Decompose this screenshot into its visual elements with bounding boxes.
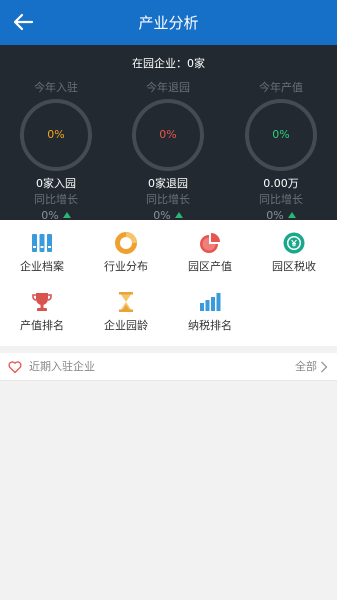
menu-item-industry-distribution[interactable]: 行业分布 [84, 223, 168, 281]
up-arrow-icon [62, 212, 71, 218]
hourglass-icon [119, 292, 133, 312]
ring-percent: 0% [272, 128, 290, 141]
menu-item-tax-ranking[interactable]: 纳税排名 [168, 282, 252, 340]
yoy-label: 同比增长 [34, 193, 78, 206]
chevron-right-icon[interactable] [320, 361, 328, 373]
menu-item-label: 行业分布 [104, 260, 148, 273]
stat-value: 0家入园 [36, 177, 76, 190]
menu-item-label: 产值排名 [20, 319, 64, 332]
stats-panel: 在园企业：0家 今年入驻 0% 0家入园 同比增长 0% 今年退园 0% 0家退… [0, 45, 337, 223]
page-title: 产业分析 [138, 14, 199, 32]
function-menu: 企业档案 行业分布 园区产值 园区税收 产值排名 企业园龄 纳税排名 [0, 220, 337, 346]
menu-item-enterprise-age[interactable]: 企业园龄 [84, 282, 168, 340]
menu-item-label: 企业园龄 [104, 319, 148, 332]
section-title: 近期入驻企业 [29, 360, 95, 373]
park-enterprise-count: 在园企业：0家 [132, 57, 205, 70]
view-all-link[interactable]: 全部 [295, 360, 317, 374]
donut-icon [115, 232, 137, 254]
menu-item-label: 园区税收 [272, 260, 316, 273]
yen-coin-icon [283, 232, 305, 254]
pie-icon [200, 233, 220, 253]
menu-item-label: 纳税排名 [188, 319, 232, 332]
progress-ring: 0% [132, 99, 204, 171]
up-arrow-icon [287, 212, 296, 218]
up-arrow-icon [174, 212, 183, 218]
top-bar: 产业分析 [0, 0, 337, 45]
recent-enterprises-header: 近期入驻企业 全部 [0, 353, 337, 381]
heart-icon [8, 361, 22, 374]
yoy-label: 同比增长 [146, 193, 190, 206]
stat-caption: 今年退园 [146, 81, 190, 94]
stat-caption: 今年入驻 [34, 81, 78, 94]
menu-item-park-tax[interactable]: 园区税收 [252, 223, 336, 281]
progress-ring: 0% [245, 99, 317, 171]
trophy-icon [32, 293, 52, 311]
yoy-label: 同比增长 [259, 193, 303, 206]
stat-caption: 今年产值 [259, 81, 303, 94]
stat-value: 0家退园 [148, 177, 188, 190]
menu-item-label: 园区产值 [188, 260, 232, 273]
bar-chart-icon [200, 293, 221, 311]
menu-item-label: 企业档案 [20, 260, 64, 273]
stat-entered[interactable]: 今年入驻 0% 0家入园 同比增长 0% [0, 81, 112, 223]
stat-value: 0.00万 [263, 177, 299, 190]
stat-exited[interactable]: 今年退园 0% 0家退园 同比增长 0% [112, 81, 224, 223]
menu-item-park-output[interactable]: 园区产值 [168, 223, 252, 281]
ring-percent: 0% [47, 128, 65, 141]
menu-item-enterprise-archive[interactable]: 企业档案 [0, 223, 84, 281]
stat-output[interactable]: 今年产值 0% 0.00万 同比增长 0% [225, 81, 337, 223]
ring-percent: 0% [159, 128, 177, 141]
progress-ring: 0% [20, 99, 92, 171]
menu-item-output-ranking[interactable]: 产值排名 [0, 282, 84, 340]
binders-icon [32, 234, 52, 252]
